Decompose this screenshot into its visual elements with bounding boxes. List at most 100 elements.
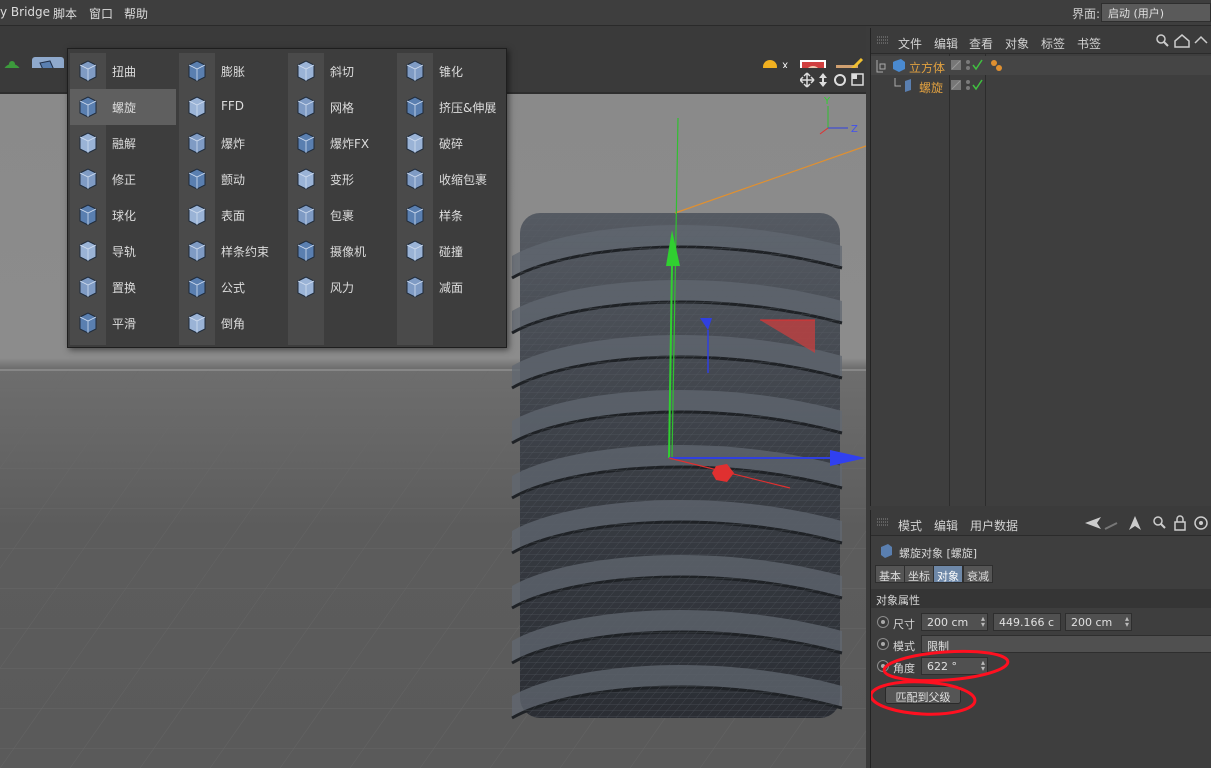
size-anim-toggle[interactable]: [877, 616, 889, 628]
object-visibility-icons[interactable]: [951, 58, 991, 74]
om-menu-edit[interactable]: 编辑: [934, 35, 958, 52]
deformer-item-explosion-fx[interactable]: 爆炸FX: [288, 125, 394, 161]
layout-select-value: 启动 (用户): [1108, 7, 1165, 20]
deformer-item-taper[interactable]: 锥化: [397, 53, 503, 89]
twisted-cube-object[interactable]: [511, 213, 843, 720]
deformer-item-explosion[interactable]: 爆炸: [179, 125, 285, 161]
deformer-item-jiggle[interactable]: 颤动: [179, 161, 285, 197]
deformer-item-rail[interactable]: 导轨: [70, 233, 176, 269]
deformer-tag-icon[interactable]: [989, 58, 1005, 74]
attribute-manager-panel: 模式 编辑 用户数据 螺旋对象 [螺旋] 基本 坐标 对象 衰减 对象属性 尺寸…: [870, 510, 1211, 768]
om-menu-bookmarks[interactable]: 书签: [1077, 35, 1101, 52]
deformer-item-spline-wrap[interactable]: 样条约束: [179, 233, 285, 269]
deformer-item-bulge[interactable]: 膨胀: [179, 53, 285, 89]
om-menu-view[interactable]: 查看: [969, 35, 993, 52]
chevron-up-icon[interactable]: [1194, 35, 1208, 44]
target-icon[interactable]: [1194, 516, 1208, 530]
tab-object[interactable]: 对象: [933, 565, 963, 583]
deformer-item-spline[interactable]: 样条: [397, 197, 503, 233]
section-title: 对象属性: [876, 594, 920, 607]
deformer-item-shear[interactable]: 斜切: [288, 53, 394, 89]
deformer-item-morph[interactable]: 变形: [288, 161, 394, 197]
deformer-item-label: 摄像机: [330, 245, 367, 259]
deformer-item-shrink-wrap[interactable]: 收缩包裹: [397, 161, 503, 197]
deformer-item-smoothing[interactable]: 平滑: [70, 305, 176, 341]
attr-menu-mode[interactable]: 模式: [898, 517, 922, 534]
deformer-item-correction[interactable]: 修正: [70, 161, 176, 197]
om-menu-tags[interactable]: 标签: [1041, 35, 1065, 52]
object-name-twist[interactable]: 螺旋: [919, 79, 943, 96]
size-x-field[interactable]: 200 cm ▴ ▾: [921, 613, 988, 631]
deformer-item-melt[interactable]: 融解: [70, 125, 176, 161]
menu-help[interactable]: 帮助: [124, 5, 148, 22]
om-menu-file[interactable]: 文件: [898, 35, 922, 52]
cube-object-icon: [876, 59, 905, 73]
object-row-cube[interactable]: 立方体: [871, 56, 1211, 75]
tab-coord[interactable]: 坐标: [904, 565, 934, 583]
size-z-field[interactable]: 200 cm ▴ ▾: [1065, 613, 1132, 631]
deformer-item-label: 斜切: [330, 65, 355, 79]
home-icon[interactable]: [1174, 34, 1190, 48]
deformer-item-twist[interactable]: 螺旋: [70, 89, 176, 125]
om-menu-objects[interactable]: 对象: [1005, 35, 1029, 52]
spline-wrap-icon: [188, 240, 206, 262]
search-icon[interactable]: [1153, 516, 1166, 529]
pointer-up-icon[interactable]: [1129, 516, 1141, 530]
object-name-cube[interactable]: 立方体: [909, 59, 945, 76]
spherify-icon: [79, 204, 97, 226]
deformer-item-wrap[interactable]: 包裹: [288, 197, 394, 233]
menu-window[interactable]: 窗口: [89, 5, 113, 22]
rail-icon: [79, 240, 97, 262]
object-row-twist[interactable]: 螺旋: [871, 76, 1211, 95]
layout-select[interactable]: 启动 (用户): [1101, 3, 1211, 22]
twist-icon: [79, 96, 97, 118]
ffd-icon: [188, 96, 206, 118]
deformer-item-label: 锥化: [439, 65, 464, 79]
deformer-item-label: 爆炸FX: [330, 137, 370, 151]
menu-bridge[interactable]: y Bridge: [0, 5, 50, 19]
deformer-item-shatter[interactable]: 破碎: [397, 125, 503, 161]
deformer-item-camera[interactable]: 摄像机: [288, 233, 394, 269]
mesh-icon: [297, 96, 315, 118]
surface-icon: [188, 204, 206, 226]
attr-menu-edit[interactable]: 编辑: [934, 517, 958, 534]
tab-basic[interactable]: 基本: [875, 565, 905, 583]
object-visibility-icons[interactable]: [951, 78, 991, 94]
deformer-item-label: 样条约束: [221, 245, 270, 259]
deformer-item-displacer[interactable]: 置换: [70, 269, 176, 305]
deformer-item-ffd[interactable]: FFD: [179, 89, 285, 125]
deformer-item-mesh[interactable]: 网格: [288, 89, 394, 125]
forward-arrow-icon[interactable]: [1104, 522, 1118, 530]
search-icon[interactable]: [1156, 34, 1169, 47]
deformer-item-bend[interactable]: 扭曲: [70, 53, 176, 89]
deformer-item-squash-stretch[interactable]: 挤压&伸展: [397, 89, 503, 125]
bevel-icon: [188, 312, 206, 334]
polygon-reduction-icon: [406, 276, 424, 298]
deformer-item-label: 球化: [112, 209, 137, 223]
deformer-item-bevel[interactable]: 倒角: [179, 305, 285, 341]
menu-script[interactable]: 脚本: [53, 5, 77, 22]
deformer-item-spherify[interactable]: 球化: [70, 197, 176, 233]
back-arrow-icon[interactable]: [1085, 517, 1101, 529]
wind-icon: [297, 276, 315, 298]
smoothing-icon: [79, 312, 97, 334]
layout-label: 界面:: [1072, 7, 1101, 21]
deformer-item-surface[interactable]: 表面: [179, 197, 285, 233]
red-annotation-circles: [871, 649, 1010, 716]
deformer-item-formula[interactable]: 公式: [179, 269, 285, 305]
deformer-item-collision[interactable]: 碰撞: [397, 233, 503, 269]
deformer-item-wind[interactable]: 风力: [288, 269, 394, 305]
deformer-item-polygon-reduction[interactable]: 减面: [397, 269, 503, 305]
lock-icon[interactable]: [1174, 515, 1186, 531]
attribute-manager-menu: 模式 编辑 用户数据: [871, 510, 1211, 536]
attr-menu-userdata[interactable]: 用户数据: [970, 517, 1018, 534]
deformer-item-label: 修正: [112, 173, 137, 187]
explosion-icon: [188, 132, 206, 154]
deformer-item-label: 变形: [330, 173, 355, 187]
tab-falloff[interactable]: 衰减: [963, 565, 993, 583]
displacer-icon: [79, 276, 97, 298]
size-y-field[interactable]: 449.166 c: [993, 613, 1061, 631]
deformer-item-label: 破碎: [439, 137, 464, 151]
deformer-item-label: 包裹: [330, 209, 355, 223]
camera-icon: [297, 240, 315, 262]
